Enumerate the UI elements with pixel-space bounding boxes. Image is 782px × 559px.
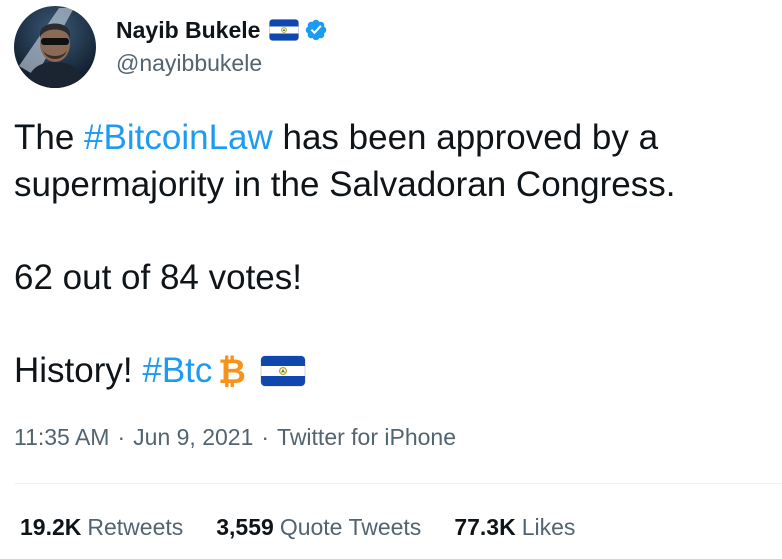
retweets-count: 19.2K [20,514,82,540]
separator-dot: · [117,424,126,450]
tweet-metadata: 11:35 AM · Jun 9, 2021 · Twitter for iPhone [14,424,456,451]
author-handle[interactable]: @nayibbukele [116,50,262,77]
tweet-source[interactable]: Twitter for iPhone [277,424,456,450]
retweets-stat[interactable]: 19.2K Retweets [20,514,183,541]
tweet-date[interactable]: Jun 9, 2021 [133,424,253,450]
likes-stat[interactable]: 77.3K Likes [454,514,575,541]
el-salvador-flag-icon [260,352,306,400]
retweets-label: Retweets [87,514,184,540]
tweet-line-2: supermajority in the Salvadoran Congress… [14,165,676,204]
quote-tweets-label: Quote Tweets [279,514,422,540]
hashtag-btc-link[interactable]: #Btc [142,351,212,390]
quote-tweets-stat[interactable]: 3,559 Quote Tweets [216,514,421,541]
author-display-name[interactable]: Nayib Bukele [116,17,260,44]
tweet-stats: 19.2K Retweets 3,559 Quote Tweets 77.3K Lik… [20,514,575,541]
tweet-line-3: 62 out of 84 votes! [14,258,302,297]
separator-dot: · [261,424,270,450]
tweet-time[interactable]: 11:35 AM [14,424,109,450]
tweet-text-segment: The [14,118,85,157]
tweet-text: The #BitcoinLaw has been approved by a s… [14,114,774,400]
tweet-text-segment: History! [14,351,143,390]
hashtag-bitcoinlaw-link[interactable]: #BitcoinLaw [84,118,273,157]
bitcoin-icon: ₿ [214,352,250,400]
avatar-image [14,6,96,88]
svg-text:₿: ₿ [219,352,247,388]
avatar[interactable] [14,6,96,88]
quote-tweets-count: 3,559 [216,514,274,540]
author-name-row: Nayib Bukele [116,14,328,46]
tweet-line-4: History! #Btc ₿ [14,347,774,400]
tweet-line-1: The #BitcoinLaw has been approved by a [14,114,774,161]
likes-count: 77.3K [454,514,516,540]
tweet-text-segment: has been approved by a [272,118,659,157]
el-salvador-flag-icon [269,19,300,41]
likes-label: Likes [521,514,576,540]
divider [14,483,782,484]
verified-badge-icon [304,18,328,42]
